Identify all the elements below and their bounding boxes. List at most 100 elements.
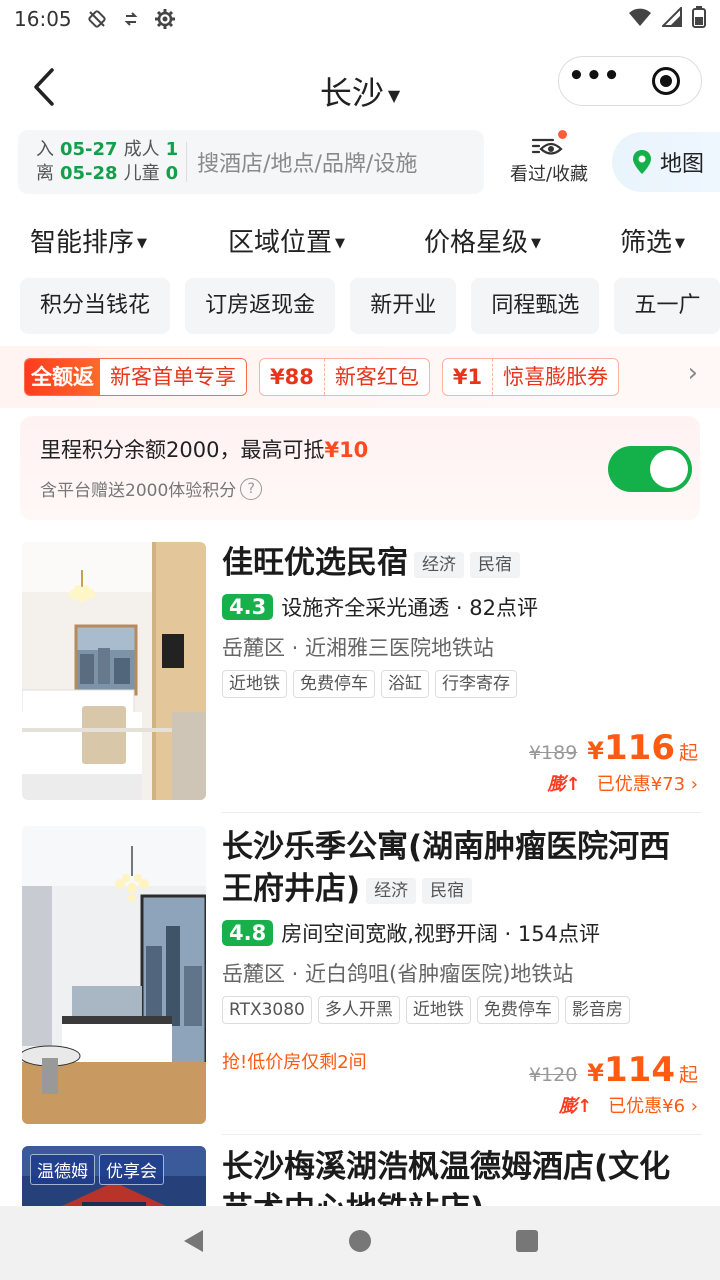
hotel-category-tag: 经济 <box>414 551 464 578</box>
date-guest-selector[interactable]: 入 05-27 成人 1 离 05-28 儿童 0 <box>36 138 178 186</box>
rating-row: 4.8 房间空间宽敞,视野开阔 · 154点评 <box>222 918 698 948</box>
settings-gear-icon <box>154 8 176 30</box>
quick-filter-tags: 积分当钱花 订房返现金 新开业 同程甄选 五一广 <box>20 278 720 336</box>
boost-icon: 膨↑ <box>559 1096 593 1117</box>
hotel-name[interactable]: 长沙梅溪湖浩枫温德姆酒店(文化艺术中心地铁站店) <box>222 1146 698 1206</box>
divider <box>186 142 188 182</box>
children-label: 儿童 <box>123 163 160 184</box>
wifi-icon <box>628 7 652 32</box>
search-input[interactable]: 搜酒店/地点/品牌/设施 <box>197 146 417 178</box>
nav-home-button[interactable] <box>348 1229 372 1257</box>
hotel-name[interactable]: 佳旺优选民宿 经济 民宿 <box>222 542 698 584</box>
checkin-label: 入 <box>36 139 54 160</box>
hotel-name-text: 佳旺优选民宿 <box>222 545 408 581</box>
hotel-card[interactable]: 温德姆 优享会 长沙梅溪湖浩枫温德姆酒店(文化艺术中心地铁站店) <box>22 1146 702 1206</box>
hotel-location: 岳麓区 · 近湘雅三医院地铁站 <box>222 636 495 660</box>
no-signal-icon <box>86 8 108 30</box>
points-card: 里程积分余额2000，最高可抵¥10 含平台赠送2000体验积分 ? <box>20 416 700 520</box>
hotel-name[interactable]: 长沙乐季公寓(湖南肿瘤医院河西王府井店) 经济 民宿 <box>222 826 698 910</box>
points-note: 含平台赠送2000体验积分 ? <box>40 476 680 501</box>
rebate-text: 新客首单专享 <box>100 359 246 395</box>
discount-line[interactable]: 膨↑ 已优惠¥73 › <box>529 770 698 796</box>
points-balance: 里程积分余额2000，最高可抵¥10 <box>40 434 680 464</box>
price-from-label: 起 <box>678 1064 698 1086</box>
points-amount: ¥10 <box>324 438 369 462</box>
price-area: ¥120 ¥114 起 膨↑ 已优惠¥6 › <box>529 1050 698 1118</box>
sort-area[interactable]: 区域位置 ▼ <box>228 222 345 259</box>
sort-filter[interactable]: 筛选 ▼ <box>620 222 685 259</box>
price-line: ¥120 ¥114 起 <box>529 1050 698 1090</box>
current-price: 114 <box>604 1050 675 1090</box>
favorites-label: 看过/收藏 <box>509 164 589 185</box>
currency-symbol: ¥ <box>587 1059 604 1087</box>
chain-tag: 优享会 <box>99 1154 164 1185</box>
coupon-amount: ¥1 <box>443 359 494 395</box>
caret-down-icon: ▼ <box>335 236 346 251</box>
hotel-info: 长沙乐季公寓(湖南肿瘤医院河西王府井店) 经济 民宿 4.8 房间空间宽敞,视野开阔… <box>222 826 698 1024</box>
feature-tags: RTX3080 多人开黑 近地铁 免费停车 影音房 <box>222 996 698 1024</box>
sort-smart[interactable]: 智能排序 ▼ <box>30 222 147 259</box>
hotel-photo[interactable]: 温德姆 优享会 <box>22 1146 206 1206</box>
sort-price-star[interactable]: 价格星级 ▼ <box>424 222 541 259</box>
sort-label: 筛选 <box>620 228 673 258</box>
feature-tag: 免费停车 <box>476 996 559 1024</box>
hotel-card[interactable]: 佳旺优选民宿 经济 民宿 4.3 设施齐全采光通透 · 82点评 岳麓区 · 近湘雅… <box>22 542 702 804</box>
children-count: 0 <box>165 163 179 184</box>
hotel-photo[interactable] <box>22 826 206 1124</box>
nav-recents-button[interactable] <box>515 1229 539 1257</box>
map-button[interactable]: 地图 <box>612 132 720 192</box>
adults-count: 1 <box>165 139 179 160</box>
coupon-name: 惊喜膨胀券 <box>503 365 609 389</box>
checkout-label: 离 <box>36 163 54 184</box>
boost-icon: 膨↑ <box>547 774 581 795</box>
points-toggle[interactable] <box>608 446 692 492</box>
hotel-category-tag: 民宿 <box>422 877 473 904</box>
hotel-photo[interactable] <box>22 542 206 800</box>
help-icon[interactable]: ? <box>240 477 263 500</box>
discount-line[interactable]: 膨↑ 已优惠¥6 › <box>529 1092 698 1118</box>
checkout-date: 05-28 <box>60 163 118 184</box>
feature-tag: 近地铁 <box>222 670 287 698</box>
hotel-card[interactable]: 长沙乐季公寓(湖南肿瘤医院河西王府井店) 经济 民宿 4.8 房间空间宽敞,视野开阔… <box>22 826 702 1126</box>
hotel-info: 佳旺优选民宿 经济 民宿 4.3 设施齐全采光通透 · 82点评 岳麓区 · 近湘雅… <box>222 542 698 698</box>
feature-tag: 浴缸 <box>381 670 429 698</box>
square-recents-icon <box>515 1230 538 1252</box>
hotel-category-tag: 民宿 <box>470 551 520 578</box>
hotel-location: 岳麓区 · 近白鸽咀(省肿瘤医院)地铁站 <box>222 962 574 986</box>
chevron-right-icon[interactable]: › <box>688 358 698 388</box>
nav-bar: 长沙 ▼ ••• <box>0 52 720 124</box>
hotel-category-tag: 经济 <box>366 877 417 904</box>
page-title: 长沙 <box>319 74 384 112</box>
discount-text: 已优惠¥6 › <box>608 1096 698 1117</box>
quick-tag[interactable]: 订房返现金 <box>185 278 336 334</box>
map-pin-icon <box>633 150 651 174</box>
rating-row: 4.3 设施齐全采光通透 · 82点评 <box>222 592 698 622</box>
quick-tag[interactable]: 五一广 <box>614 278 720 334</box>
sort-label: 区域位置 <box>228 228 333 258</box>
triangle-back-icon <box>184 1230 204 1252</box>
quick-tag[interactable]: 新开业 <box>350 278 457 334</box>
notification-dot <box>558 130 567 139</box>
coupon-amount: ¥88 <box>260 359 325 395</box>
chain-tag: 温德姆 <box>30 1154 95 1185</box>
feature-tag: 多人开黑 <box>317 996 400 1024</box>
rebate-tag: 全额返 <box>25 359 100 395</box>
more-menu-button[interactable]: ••• <box>559 57 630 105</box>
rating-score: 4.3 <box>222 594 274 620</box>
search-box[interactable]: 入 05-27 成人 1 离 05-28 儿童 0 搜酒店/地点/品牌/设施 <box>18 130 484 194</box>
system-nav-bar <box>0 1206 720 1280</box>
divider <box>222 1134 702 1135</box>
coupon[interactable]: ¥1 惊喜膨胀券 <box>441 358 620 396</box>
coupon[interactable]: ¥88 新客红包 <box>259 358 430 396</box>
close-miniprogram-button[interactable] <box>630 57 701 105</box>
full-rebate-badge[interactable]: 全额返 新客首单专享 <box>24 358 247 396</box>
nav-back-button[interactable] <box>181 1228 205 1258</box>
status-time: 16:05 <box>14 7 72 31</box>
quick-tag[interactable]: 积分当钱花 <box>20 278 171 334</box>
feature-tag: 免费停车 <box>293 670 375 698</box>
feature-tags: 近地铁 免费停车 浴缸 行李寄存 <box>222 670 698 698</box>
history-favorites-button[interactable]: 看过/收藏 <box>506 130 592 196</box>
quick-tag[interactable]: 同程甄选 <box>471 278 600 334</box>
promo-bar[interactable]: 全额返 新客首单专享 ¥88 新客红包 ¥1 惊喜膨胀券 › <box>0 346 720 408</box>
low-stock-notice: 抢!低价房仅剩2间 <box>222 1052 367 1073</box>
